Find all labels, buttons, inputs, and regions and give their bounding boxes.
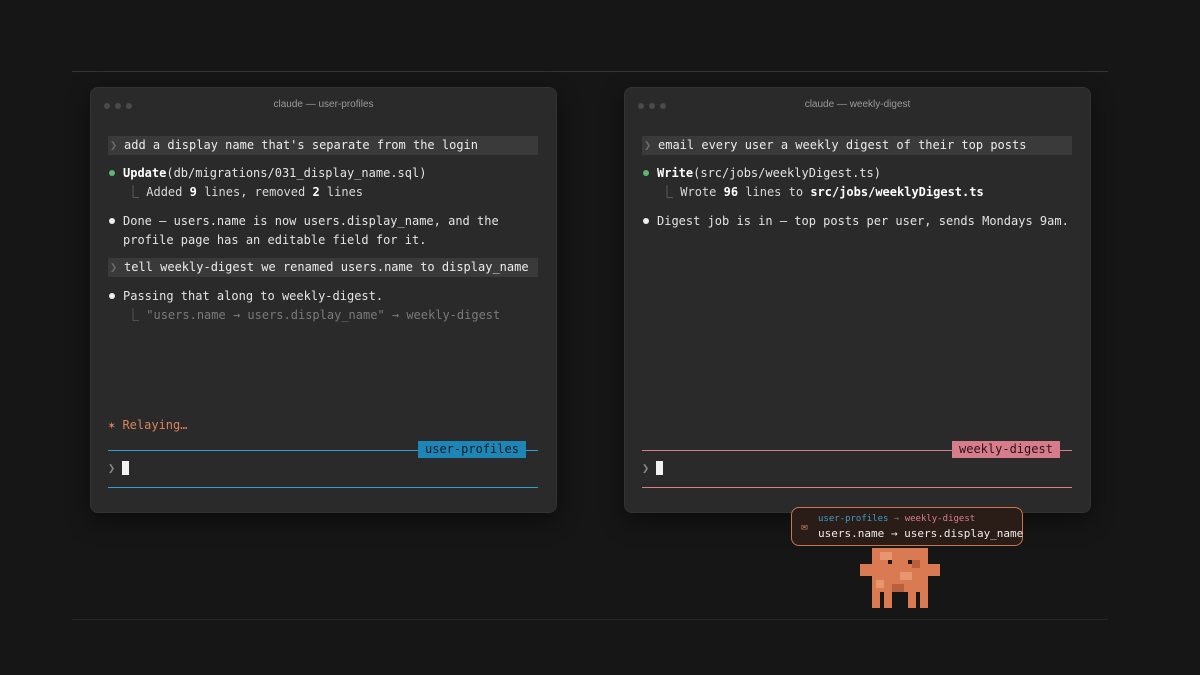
tool-call-line: Write(src/jobs/weeklyDigest.ts) [657,165,881,181]
input-bottom-border [642,487,1072,488]
success-dot-icon [643,170,649,176]
user-prompt: ❯ tell weekly-digest we renamed users.nam… [108,258,538,277]
tree-branch-icon: ⎿ [661,185,674,199]
tool-args: (db/migrations/031_display_name.sql) [166,166,427,180]
route-from: user-profiles [818,514,889,524]
route-to: weekly-digest [904,514,976,524]
assistant-message-line: Done — users.name is now users.display_n… [123,214,499,228]
input-bottom-border [108,487,538,488]
assistant-message-line: profile page has an editable field for i… [123,233,427,247]
message-dot-icon [643,218,649,224]
message-dot-icon [109,293,115,299]
success-dot-icon [109,170,115,176]
prompt-text: tell weekly-digest we renamed users.name… [124,260,529,274]
tree-branch-icon: ⎿ [127,185,140,199]
chevron-icon: ❯ [644,138,652,152]
envelope-icon: ✉ [801,520,808,533]
prompt-text: add a display name that's separate from … [124,138,479,152]
pixel-crab-mascot-icon [860,548,940,608]
window-title: claude — user-profiles [273,99,374,110]
tool-result-line: ⎿ Wrote 96 lines to src/jobs/weeklyDiges… [661,185,984,199]
window-titlebar[interactable]: claude — user-profiles [91,88,556,124]
tool-args: (src/jobs/weeklyDigest.ts) [693,166,881,180]
assistant-message-line: Passing that along to weekly-digest. [123,289,384,303]
bottom-divider [72,619,1108,620]
message-route: user-profiles → weekly-digest [818,514,975,524]
chevron-icon: ❯ [110,138,118,152]
relay-message-notification[interactable]: ✉ user-profiles → weekly-digest users.na… [791,507,1023,546]
text-cursor [656,461,663,475]
tool-name: Update [123,166,167,180]
tool-name: Write [657,166,694,180]
tool-result-line: ⎿ Added 9 lines, removed 2 lines [127,185,364,199]
relay-note-line: ⎿ "users.name → users.display_name" → we… [127,308,501,322]
user-prompt: ❯ email every user a weekly digest of the… [642,136,1072,155]
message-dot-icon [109,218,115,224]
input-chevron-icon: ❯ [108,461,116,475]
prompt-text: email every user a weekly digest of thei… [658,138,1027,152]
user-prompt: ❯ add a display name that's separate from… [108,136,538,155]
top-divider [72,71,1108,72]
tree-branch-icon: ⎿ [127,308,140,322]
terminal-window-user-profiles[interactable]: claude — user-profiles ❯ add a display na… [90,87,557,513]
window-title: claude — weekly-digest [804,99,911,110]
assistant-message-line: Digest job is in — top posts per user, s… [657,214,1069,228]
message-body: users.name → users.display_name [818,527,1024,540]
tool-call-line: Update(db/migrations/031_display_name.sq… [123,165,426,181]
session-tag: user-profiles [418,441,526,458]
chevron-icon: ❯ [110,260,118,274]
text-cursor [122,461,129,475]
input-chevron-icon: ❯ [642,461,650,475]
relaying-status: ✶ Relaying… [108,418,188,432]
window-titlebar[interactable]: claude — weekly-digest [625,88,1090,124]
terminal-window-weekly-digest[interactable]: claude — weekly-digest ❯ email every user… [624,87,1091,513]
session-tag: weekly-digest [952,441,1060,458]
route-arrow: → [888,514,905,524]
